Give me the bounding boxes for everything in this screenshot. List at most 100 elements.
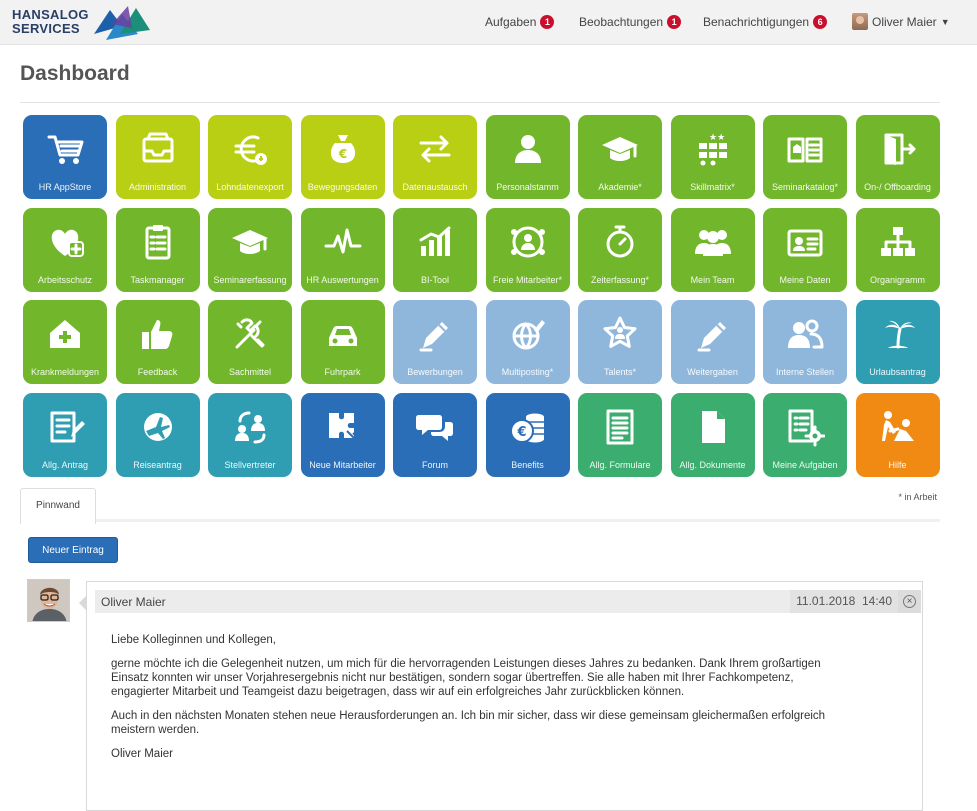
app-tile-label: Mein Team (690, 274, 735, 285)
app-tile-benefits[interactable]: € Benefits (485, 392, 570, 477)
app-tile-label: Bewerbungen (407, 367, 463, 377)
close-circle-icon: × (903, 595, 916, 608)
top-bar: HANSALOG SERVICES Aufgaben 1 Beobachtung… (0, 0, 977, 45)
post-time: 14:40 (861, 594, 892, 608)
post-delete-button[interactable]: × (898, 590, 921, 613)
app-tile-fuhrpark[interactable]: Fuhrpark (300, 300, 385, 384)
app-tile-sachmittel[interactable]: Sachmittel (208, 300, 292, 384)
app-tile-hr-auswertungen[interactable]: HR Auswertungen (300, 207, 385, 292)
app-tile-label: HR Auswertungen (306, 274, 379, 285)
app-tile-arbeitsschutz[interactable]: Arbeitsschutz (23, 207, 107, 292)
chat-bubbles-icon (416, 414, 453, 441)
nav-aufgaben[interactable]: Aufgaben 1 (485, 15, 555, 29)
cart-icon (47, 135, 84, 164)
form-pen-icon (50, 411, 85, 442)
svg-text:€: € (516, 425, 526, 440)
app-tile-organigramm[interactable]: Organigramm (855, 207, 940, 292)
door-exit-icon (884, 133, 915, 165)
app-tile-seminarerfassung[interactable]: Seminarerfassung (208, 207, 292, 292)
graduation-cap-icon (232, 229, 268, 254)
app-tile-personalstamm[interactable]: Personalstamm (485, 115, 570, 199)
person-photo-icon (28, 580, 69, 621)
app-tile-hilfe[interactable]: Hilfe (855, 392, 940, 477)
nav-beobachtungen[interactable]: Beobachtungen 1 (579, 15, 682, 29)
app-tile-label: Benefits (511, 459, 544, 470)
brand-line-1: HANSALOG (12, 7, 89, 22)
app-tile-freie-mitarbeiter[interactable]: Freie Mitarbeiter* (485, 207, 570, 292)
app-tile-bi-tool[interactable]: BI-Tool (393, 207, 477, 292)
app-tile-stellvertreter[interactable]: Stellvertreter (208, 392, 292, 477)
app-tile-bewerbungen[interactable]: Bewerbungen (393, 300, 477, 384)
app-tile-meine-daten[interactable]: Meine Daten (763, 207, 847, 292)
app-tile-label: Urlaubsantrag (869, 367, 926, 377)
app-tile-allg-formulare[interactable]: Allg. Formulare (578, 392, 662, 477)
app-tile-meine-aufgaben[interactable]: Meine Aufgaben (763, 392, 847, 477)
app-tile-feedback[interactable]: Feedback (115, 300, 200, 384)
nav-beobachtungen-badge: 1 (667, 15, 682, 29)
post-author[interactable]: Oliver Maier (101, 595, 790, 609)
user-name: Oliver Maier (872, 14, 937, 29)
app-tile-skillmatrix[interactable]: ★★ Skillmatrix* (670, 115, 755, 199)
brand-logo[interactable]: HANSALOG SERVICES (12, 6, 152, 40)
app-tile-label: Akademie* (598, 182, 642, 192)
app-tile-mein-team[interactable]: Mein Team (670, 207, 755, 292)
tab-pinnwand[interactable]: Pinnwand (20, 488, 96, 524)
euro-icon (234, 135, 267, 165)
clipboard-list-icon (145, 224, 170, 259)
app-tile-label: Weitergaben (687, 367, 738, 377)
coins-euro-icon: € (509, 413, 544, 443)
app-tile-taskmanager[interactable]: Taskmanager (115, 207, 200, 292)
brand-text: HANSALOG SERVICES (12, 8, 89, 36)
thumbs-up-icon (141, 320, 172, 349)
app-tile-talents[interactable]: Talents* (578, 300, 662, 384)
post-author-avatar[interactable] (27, 579, 70, 622)
app-tile-zeiterfassung[interactable]: Zeiterfassung* (578, 207, 662, 292)
plane-globe-icon (143, 412, 172, 441)
nav-benachrichtigungen[interactable]: Benachrichtigungen 6 (703, 15, 828, 29)
app-tile-hr-appstore[interactable]: HR AppStore (23, 115, 107, 199)
bar-chart-icon (419, 226, 451, 256)
network-person-icon (510, 226, 545, 257)
app-tile-lohndatenexport[interactable]: Lohndatenexport (208, 115, 292, 199)
app-tile-neue-mitarbeiter[interactable]: Neue Mitarbeiter (300, 392, 385, 477)
document-icon (701, 410, 725, 443)
app-tile-label: Seminarkatalog* (771, 182, 839, 192)
post-date: 11.01.2018 (796, 594, 856, 608)
app-tile-seminarkatalog[interactable]: Seminarkatalog* (763, 115, 847, 199)
app-tile-label: Allg. Formulare (589, 459, 651, 470)
app-tile-label: On-/ Offboarding (864, 182, 931, 192)
app-tile-datenaustausch[interactable]: Datenaustausch (393, 115, 477, 199)
tools-icon (235, 318, 265, 349)
app-tile-grid: HR AppStore Administration Lohndatenexport… (23, 115, 943, 478)
app-tile-akademie[interactable]: Akademie* (578, 115, 662, 199)
title-divider (20, 102, 940, 103)
app-tile-allg-antrag[interactable]: Allg. Antrag (23, 392, 107, 477)
app-tile-reiseantrag[interactable]: Reiseantrag (115, 392, 200, 477)
post-paragraph-2: Auch in den nächsten Monaten stehen neue… (111, 710, 826, 736)
app-tile-label: Skillmatrix* (690, 182, 735, 192)
skill-matrix-icon: ★★ (698, 132, 727, 166)
app-tile-interne-stellen[interactable]: Interne Stellen (763, 300, 847, 384)
app-tile-label: Allg. Dokumente (679, 459, 746, 470)
app-tile-label: Administration (128, 182, 187, 192)
app-tile-label: Fuhrpark (324, 367, 361, 377)
app-tile-allg-dokumente[interactable]: Allg. Dokumente (670, 392, 755, 477)
app-tile-on-offboarding[interactable]: On-/ Offboarding (855, 115, 940, 199)
app-tile-bewegungsdaten[interactable]: € Bewegungsdaten (300, 115, 385, 199)
app-tile-label: Sachmittel (228, 367, 272, 377)
app-tile-administration[interactable]: Administration (115, 115, 200, 199)
heart-plus-icon (51, 229, 84, 257)
app-tile-forum[interactable]: Forum (393, 392, 477, 477)
app-tile-label: Hilfe (888, 459, 907, 470)
user-menu[interactable]: Oliver Maier ▼ (852, 13, 950, 30)
new-entry-button[interactable]: Neuer Eintrag (28, 537, 118, 563)
app-tile-urlaubsantrag[interactable]: Urlaubsantrag (855, 300, 940, 384)
app-tile-weitergaben[interactable]: Weitergaben (670, 300, 755, 384)
stopwatch-icon (606, 225, 634, 257)
app-tile-label: Personalstamm (496, 182, 559, 192)
app-tile-krankmeldungen[interactable]: Krankmeldungen (23, 300, 107, 384)
app-tile-multiposting[interactable]: Multiposting* (485, 300, 570, 384)
globe-pen-icon (512, 320, 545, 350)
org-chart-icon (880, 226, 915, 256)
help-people-icon (881, 410, 914, 441)
